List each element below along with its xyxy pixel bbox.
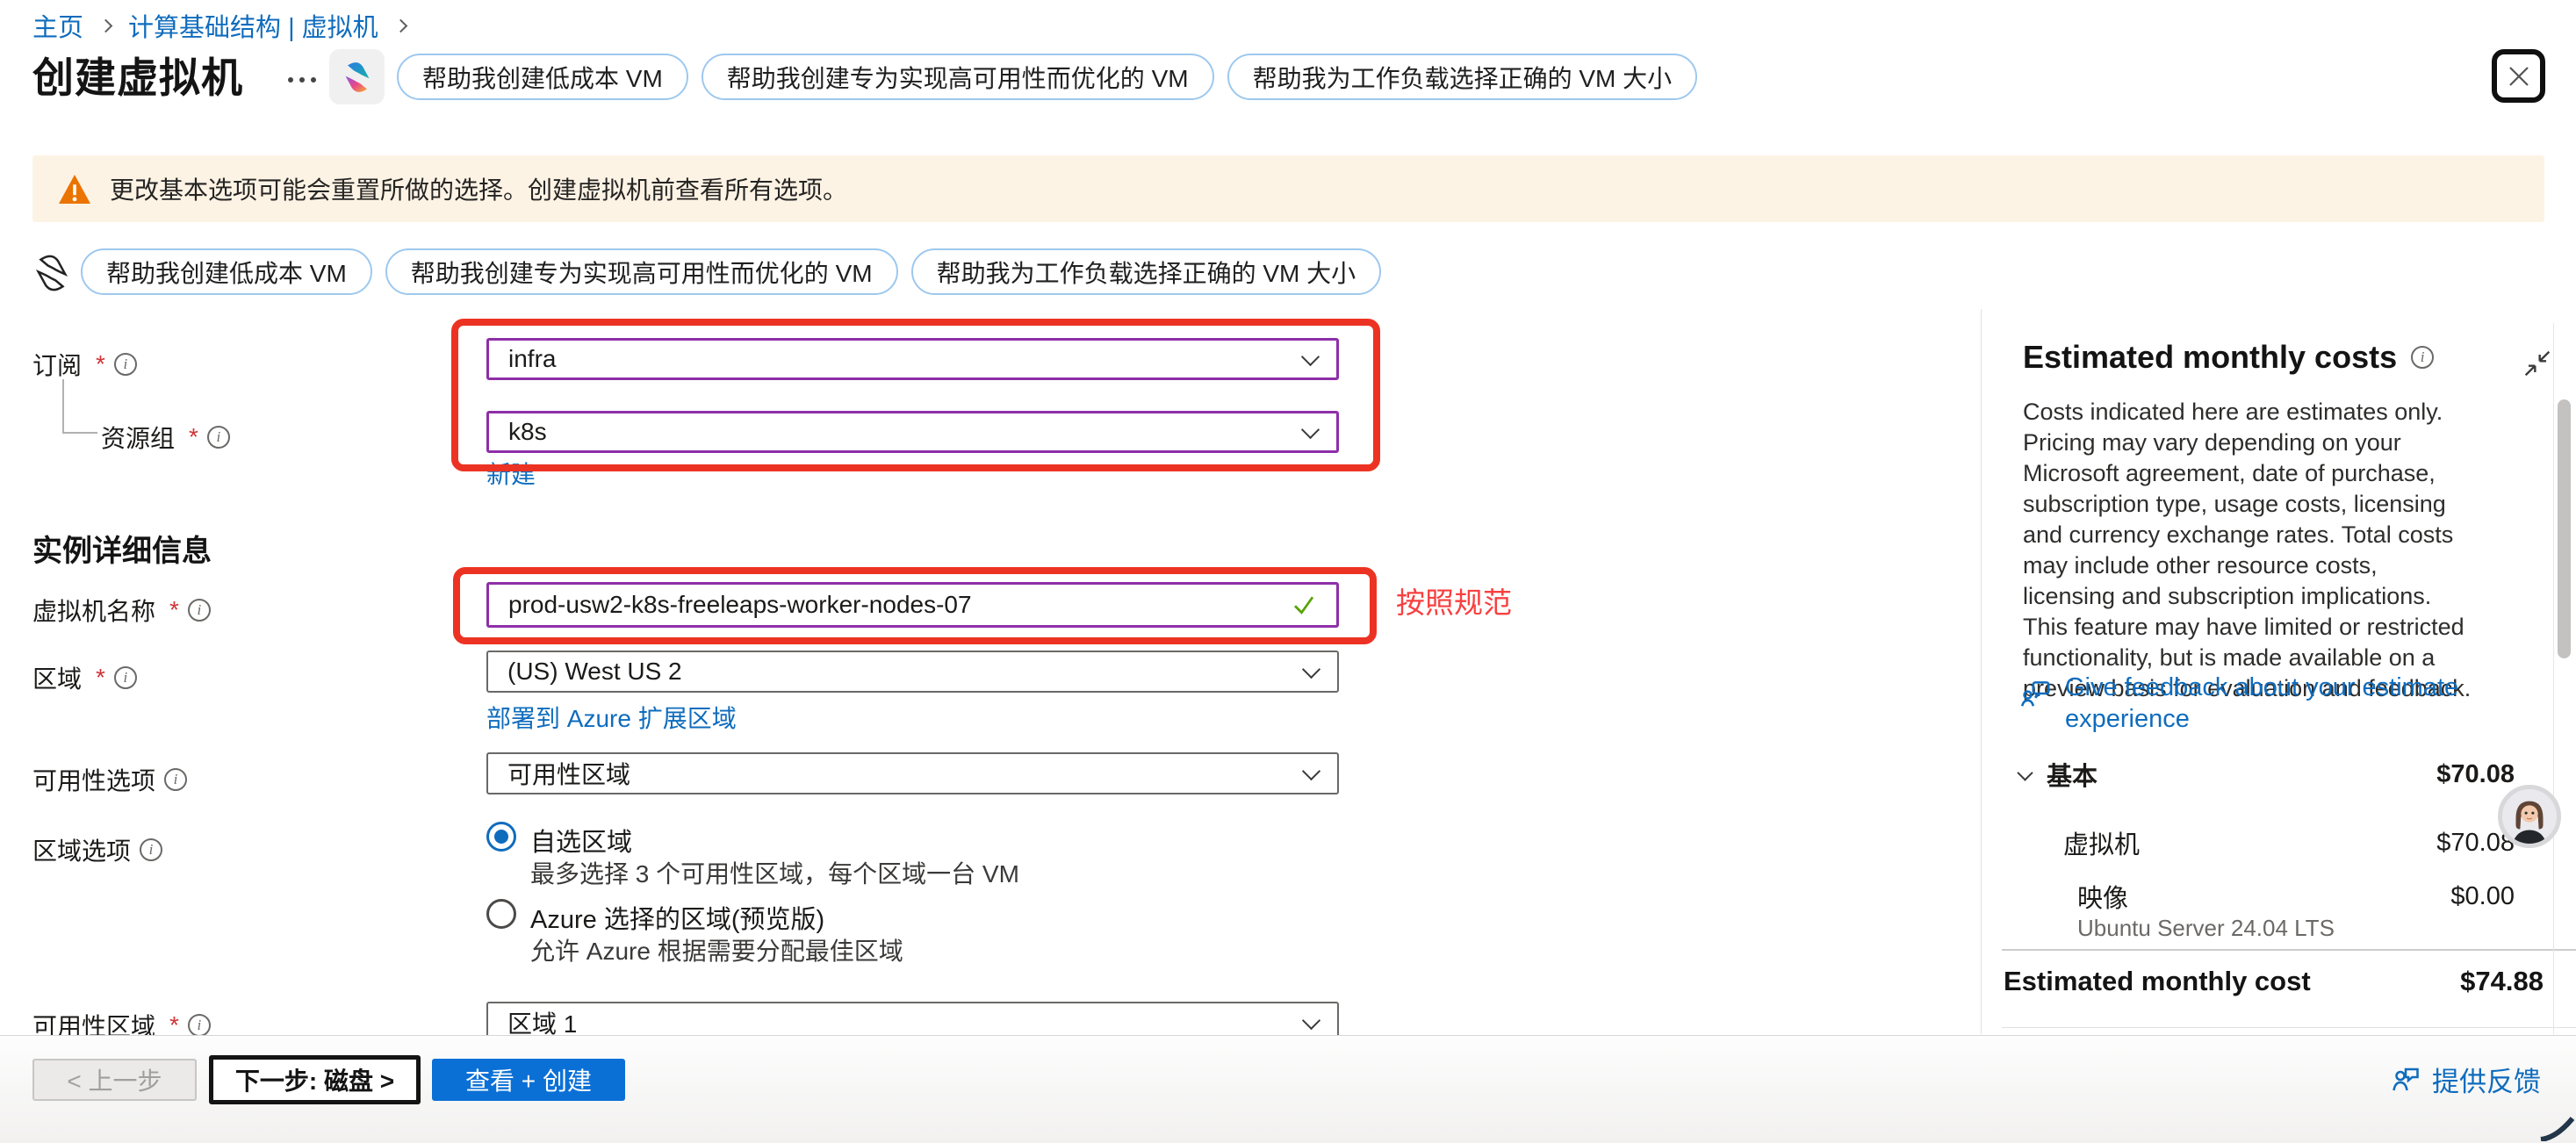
cost-total-label: Estimated monthly cost [2004,966,2311,997]
warning-text: 更改基本选项可能会重置所做的选择。创建虚拟机前查看所有选项。 [110,171,847,206]
region-label: 区域* i [32,660,137,695]
radio-description: 最多选择 3 个可用性区域，每个区域一台 VM [530,855,1019,890]
estimate-feedback-link[interactable]: Give feedback about your estimate experi… [2019,672,2467,735]
suggestion-chip-low-cost[interactable]: 帮助我创建低成本 VM [81,248,372,295]
suggestion-chip-vm-size[interactable]: 帮助我为工作负载选择正确的 VM 大小 [911,248,1382,295]
tree-connector [62,432,97,434]
create-vm-page: 主页 计算基础结构 | 虚拟机 创建虚拟机 帮助我创建低成本 VM 帮助我创建专… [0,0,2576,1143]
cost-panel-description: Costs indicated here are estimates only.… [2023,397,2476,704]
cost-row-label: 映像 [2077,878,2128,915]
scrollbar[interactable] [2558,399,2571,658]
subscription-dropdown[interactable]: infra [486,338,1339,380]
breadcrumb: 主页 计算基础结构 | 虚拟机 [32,7,406,44]
info-icon[interactable]: i [140,838,162,861]
cost-group-value: $70.08 [2436,760,2515,789]
info-icon[interactable]: i [114,353,137,376]
copilot-button[interactable] [329,49,385,104]
info-icon[interactable]: i [114,666,137,689]
subscription-label: 订阅* i [32,347,137,382]
cost-row-label: 虚拟机 [2063,824,2140,861]
suggestion-chip-low-cost[interactable]: 帮助我创建低成本 VM [397,54,688,100]
cost-total-row: Estimated monthly cost $74.88 [2004,966,2544,997]
copilot-outline-icon[interactable] [30,251,74,299]
cost-total-value: $74.88 [2460,966,2544,997]
cost-row-image: 映像 $0.00 [2019,878,2515,915]
extended-zone-link[interactable]: 部署到 Azure 扩展区域 [486,700,737,735]
panel-edge-line [2553,323,2554,1034]
resource-group-dropdown[interactable]: k8s [486,411,1339,453]
cost-row-value: $0.00 [2450,882,2515,911]
suggestion-chip-high-availability[interactable]: 帮助我创建专为实现高可用性而优化的 VM [702,54,1214,100]
feedback-button[interactable]: 提供反馈 [2390,1060,2541,1099]
chevron-right-icon [99,18,113,32]
zone-options-label: 区域选项 i [32,832,162,867]
info-icon[interactable]: i [2411,346,2434,369]
create-new-link[interactable]: 新建 [486,456,536,491]
resource-group-label: 资源组* i [101,420,230,455]
suggestion-chip-vm-size[interactable]: 帮助我为工作负载选择正确的 VM 大小 [1227,54,1698,100]
copilot-icon [338,58,377,97]
info-icon[interactable]: i [207,426,230,449]
breadcrumb-home-link[interactable]: 主页 [32,7,83,44]
panel-divider [1981,309,1982,1034]
next-disks-button[interactable]: 下一步: 磁盘 > [209,1055,421,1104]
suggestion-chip-high-availability[interactable]: 帮助我创建专为实现高可用性而优化的 VM [385,248,898,295]
cost-panel-title: Estimated monthly costs [2023,339,2397,376]
radio-selected-icon[interactable] [486,822,516,852]
warning-icon [59,175,90,204]
feedback-bubbles-icon [2019,677,2053,710]
chevron-down-icon [1301,347,1320,365]
cost-group-row[interactable]: 基本 $70.08 [2019,756,2515,793]
info-icon[interactable]: i [164,768,187,791]
chevron-down-icon [1302,761,1320,780]
radio-unselected-icon[interactable] [486,899,516,929]
cost-row-vm: 虚拟机 $70.08 [2019,824,2515,861]
collapse-panel-icon[interactable] [2523,349,2551,377]
radio-label[interactable]: Azure 选择的区域(预览版) [530,899,824,936]
zone-option-azure-select: Azure 选择的区域(预览版) [486,899,824,936]
annotation-text: 按照规范 [1396,579,1512,622]
vm-name-value: prod-usw2-k8s-freeleaps-worker-nodes-07 [508,591,972,619]
review-create-button[interactable]: 查看 + 创建 [432,1059,625,1101]
zone-option-self-select: 自选区域 [486,822,632,859]
divider [2002,1027,2576,1028]
assistant-avatar[interactable] [2498,785,2561,848]
availability-options-label: 可用性选项 i [32,762,187,797]
feedback-person-icon [2390,1064,2421,1096]
chevron-down-icon [2017,765,2033,780]
availability-options-value: 可用性区域 [507,756,630,791]
warning-banner: 更改基本选项可能会重置所做的选择。创建虚拟机前查看所有选项。 [32,155,2544,222]
cost-panel-header: Estimated monthly costs i [2023,339,2434,376]
close-button[interactable] [2492,49,2545,103]
close-icon [2506,63,2532,90]
region-value: (US) West US 2 [507,658,682,686]
region-dropdown[interactable]: (US) West US 2 [486,651,1339,693]
vm-name-input[interactable]: prod-usw2-k8s-freeleaps-worker-nodes-07 [486,582,1339,628]
copilot-suggestions-top: 帮助我创建低成本 VM 帮助我创建专为实现高可用性而优化的 VM 帮助我为工作负… [397,54,1697,100]
chevron-down-icon [1302,659,1320,678]
resource-group-value: k8s [508,418,547,446]
breadcrumb-vm-link[interactable]: 计算基础结构 | 虚拟机 [128,7,378,44]
valid-check-icon [1291,592,1317,618]
radio-label[interactable]: 自选区域 [530,822,632,859]
chevron-down-icon [1301,420,1320,438]
radio-description: 允许 Azure 根据需要分配最佳区域 [530,932,903,967]
copilot-suggestions-inline: 帮助我创建低成本 VM 帮助我创建专为实现高可用性而优化的 VM 帮助我为工作负… [81,248,1381,295]
chevron-right-icon [393,18,407,32]
section-title-instance-details: 实例详细信息 [32,527,212,570]
cost-group-label: 基本 [2047,756,2097,793]
tree-connector [62,379,64,434]
divider [2002,949,2576,951]
chevron-down-icon [1302,1010,1320,1029]
subscription-value: infra [508,345,556,373]
info-icon[interactable]: i [188,1014,211,1037]
page-title: 创建虚拟机 [32,44,243,104]
corner-widget [2539,1117,2574,1141]
vm-name-label: 虚拟机名称* i [32,593,211,628]
more-menu-icon[interactable] [288,77,316,83]
availability-options-dropdown[interactable]: 可用性区域 [486,752,1339,794]
info-icon[interactable]: i [188,599,211,622]
previous-button[interactable]: < 上一步 [32,1059,197,1101]
cost-row-sublabel: Ubuntu Server 24.04 LTS [2077,915,2335,942]
